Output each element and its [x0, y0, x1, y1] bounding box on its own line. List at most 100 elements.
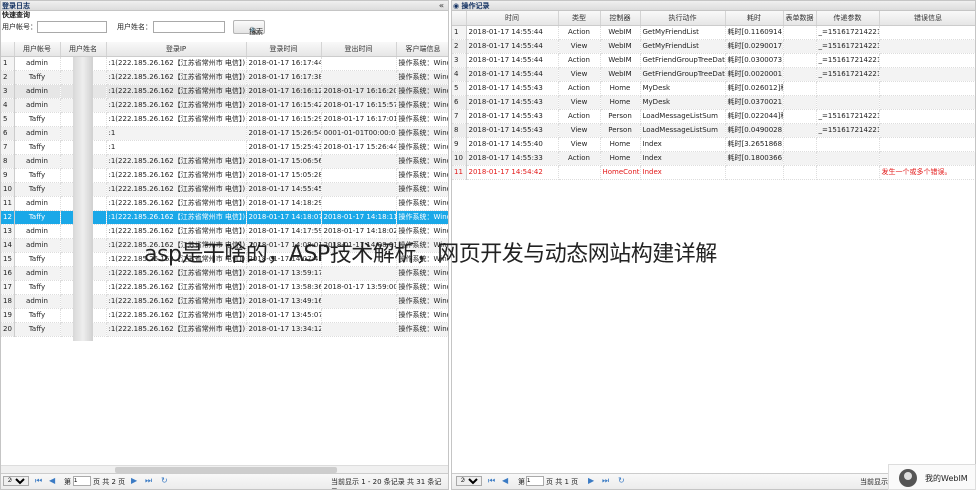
table-row[interactable]: 4 2018-01-17 14:55:44 View WebIM GetFriendGr… — [452, 67, 975, 82]
table-cell: HomeContro — [600, 165, 641, 180]
name-input[interactable] — [153, 21, 225, 33]
last-page-icon[interactable]: ⏭ — [145, 476, 152, 486]
table-cell: 2018-01-17 14:55:44 — [466, 53, 559, 68]
table-row[interactable]: 20 Taffy:1(222.185.26.162【江苏省常州市 电信】) 2018… — [1, 322, 448, 337]
table-row[interactable]: 2 Taffy:1(222.185.26.162【江苏省常州市 电信】) 2018-… — [1, 70, 448, 85]
table-cell: View — [558, 95, 601, 110]
table-cell: 2018-01-17 14:18:11 — [321, 210, 397, 225]
table-cell: Person — [600, 109, 641, 124]
table-row[interactable]: 8 admin:1(222.185.26.162【江苏省常州市 电信】) 2018-… — [1, 154, 448, 169]
refresh-icon[interactable]: ↻ — [618, 476, 625, 485]
table-cell: admin — [14, 98, 61, 113]
column-header[interactable]: 用户姓名 — [60, 42, 107, 57]
table-cell: 2018-01-17 14:55:43 — [466, 123, 559, 138]
table-cell: Index — [640, 151, 726, 166]
row-number: 20 — [1, 322, 15, 337]
table-cell — [783, 137, 817, 152]
first-page-icon[interactable]: ⏮ — [35, 476, 42, 486]
table-row[interactable]: 3 2018-01-17 14:55:44 Action WebIM GetFriend… — [452, 53, 975, 68]
table-row[interactable]: 9 Taffy:1(222.185.26.162【江苏省常州市 电信】) 2018-… — [1, 168, 448, 183]
table-cell: :1(222.185.26.162【江苏省常州市 电信】) — [106, 56, 247, 71]
table-row[interactable]: 2 2018-01-17 14:55:44 View WebIM GetMyFriend… — [452, 39, 975, 54]
column-header[interactable]: 登录IP — [106, 42, 247, 57]
column-header[interactable]: 表单数据 — [783, 11, 817, 26]
table-cell — [783, 151, 817, 166]
table-row[interactable]: 10 2018-01-17 14:55:33 Action Home Index 耗时[0… — [452, 151, 975, 166]
table-cell: :1(222.185.26.162【江苏省常州市 电信】) — [106, 210, 247, 225]
column-header[interactable]: 类型 — [558, 11, 601, 26]
table-row[interactable]: 18 admin:1(222.185.26.162【江苏省常州市 电信】) 2018… — [1, 294, 448, 309]
table-cell — [783, 123, 817, 138]
column-header[interactable]: 用户帐号 — [14, 42, 61, 57]
column-header[interactable]: 执行动作 — [640, 11, 726, 26]
table-row[interactable]: 112018-01-17 14:54:42 HomeControIndex 发生一个… — [452, 165, 975, 180]
next-page-icon[interactable]: ▶ — [588, 476, 594, 485]
column-header[interactable]: 传递参数 — [816, 11, 880, 26]
table-row[interactable]: 3 admin:1(222.185.26.162【江苏省常州市 电信】) 2018-… — [1, 84, 448, 99]
name-label: 用户姓名： — [117, 23, 152, 31]
first-page-icon[interactable]: ⏮ — [488, 476, 495, 486]
table-cell: Taffy — [14, 112, 61, 127]
column-header[interactable]: 错误信息 — [879, 11, 975, 26]
column-header[interactable]: 控制器 — [600, 11, 641, 26]
table-row[interactable]: 1 admin:1(222.185.26.162【江苏省常州市 电信】) 2018-… — [1, 56, 448, 71]
next-page-icon[interactable]: ▶ — [131, 476, 137, 485]
table-row[interactable]: 9 2018-01-17 14:55:40 View Home Index 耗时[3.26… — [452, 137, 975, 152]
table-row[interactable]: 11 admin:1(222.185.26.162【江苏省常州市 电信】) 2018… — [1, 196, 448, 211]
account-input[interactable] — [37, 21, 107, 33]
last-page-icon[interactable]: ⏭ — [602, 476, 609, 486]
table-cell: Index — [640, 137, 726, 152]
collapse-icon[interactable]: « — [439, 1, 444, 11]
table-cell: 耗时[0.1800366]秒 — [725, 151, 784, 166]
right-page-input[interactable] — [526, 476, 544, 486]
row-number: 7 — [1, 140, 15, 155]
table-cell — [321, 70, 397, 85]
table-row[interactable]: 5 Taffy:1(222.185.26.162【江苏省常州市 电信】) 2018-… — [1, 112, 448, 127]
search-button[interactable]: 🔍 搜索 — [233, 20, 265, 36]
table-cell — [321, 56, 397, 71]
right-page-size-select[interactable]: 20 ▾ — [456, 476, 482, 486]
table-cell: 2018-01-17 16:17:01 — [321, 112, 397, 127]
table-row[interactable]: 10 Taffy:1(222.185.26.162【江苏省常州市 电信】) 2018… — [1, 182, 448, 197]
table-cell: 2018-01-17 15:26:54 — [246, 126, 322, 141]
table-row[interactable]: 5 2018-01-17 14:55:43 Action Home MyDesk 耗时[0… — [452, 81, 975, 96]
table-row[interactable]: 6 admin:1 2018-01-17 15:26:54 0001-01-01T00… — [1, 126, 448, 141]
table-row[interactable]: 16 admin:1(222.185.26.162【江苏省常州市 电信】) 2018… — [1, 266, 448, 281]
table-cell — [321, 266, 397, 281]
table-row[interactable]: 4 admin:1(222.185.26.162【江苏省常州市 电信】) 2018-… — [1, 98, 448, 113]
table-row[interactable]: 1 2018-01-17 14:55:44 Action WebIM GetMyFrie… — [452, 25, 975, 40]
table-cell: 2018-01-17 14:55:43 — [466, 95, 559, 110]
table-row[interactable]: 19 Taffy:1(222.185.26.162【江苏省常州市 电信】) 2018… — [1, 308, 448, 323]
column-header[interactable]: 客户端信息 — [396, 42, 448, 57]
table-cell: Taffy — [14, 70, 61, 85]
table-cell — [816, 137, 880, 152]
table-row[interactable]: 7 Taffy:1 2018-01-17 15:25:43 2018-01-17 15… — [1, 140, 448, 155]
table-row[interactable]: 6 2018-01-17 14:55:43 View Home MyDesk 耗时[0.0… — [452, 95, 975, 110]
left-page-input[interactable] — [73, 476, 91, 486]
column-header[interactable]: 登录时间 — [246, 42, 322, 57]
table-cell: View — [558, 137, 601, 152]
webim-launcher[interactable]: 我的WebIM — [888, 464, 976, 490]
table-cell: 2018-01-17 16:17:44 — [246, 56, 322, 71]
table-cell: 耗时[0.0490028]秒 — [725, 123, 784, 138]
column-header[interactable]: 耗时 — [725, 11, 784, 26]
table-cell: 2018-01-17 14:18:07 — [246, 210, 322, 225]
table-cell — [783, 67, 817, 82]
table-cell — [321, 154, 397, 169]
column-header[interactable]: 登出时间 — [321, 42, 397, 57]
table-cell: LoadMessageListSum — [640, 123, 726, 138]
left-page-size-select[interactable]: 20 ▾ — [3, 476, 29, 486]
table-cell: 耗时[0.026012]秒 — [725, 81, 784, 96]
table-cell — [879, 25, 975, 40]
table-row[interactable]: 7 2018-01-17 14:55:43 Action Person LoadMess… — [452, 109, 975, 124]
column-header[interactable]: 时间 — [466, 11, 559, 26]
refresh-icon[interactable]: ↻ — [161, 476, 168, 485]
table-row[interactable]: 12 Taffy:1(222.185.26.162【江苏省常州市 电信】) 2018… — [1, 210, 448, 225]
prev-page-icon[interactable]: ◀ — [502, 476, 508, 485]
prev-page-icon[interactable]: ◀ — [49, 476, 55, 485]
table-cell: :1(222.185.26.162【江苏省常州市 电信】) — [106, 70, 247, 85]
table-row[interactable]: 8 2018-01-17 14:55:43 View Person LoadMessag… — [452, 123, 975, 138]
table-row[interactable]: 17 Taffy:1(222.185.26.162【江苏省常州市 电信】) 2018… — [1, 280, 448, 295]
table-cell: 操作系统：Windo — [396, 154, 448, 169]
table-cell: _=1516172142214 — [816, 25, 880, 40]
